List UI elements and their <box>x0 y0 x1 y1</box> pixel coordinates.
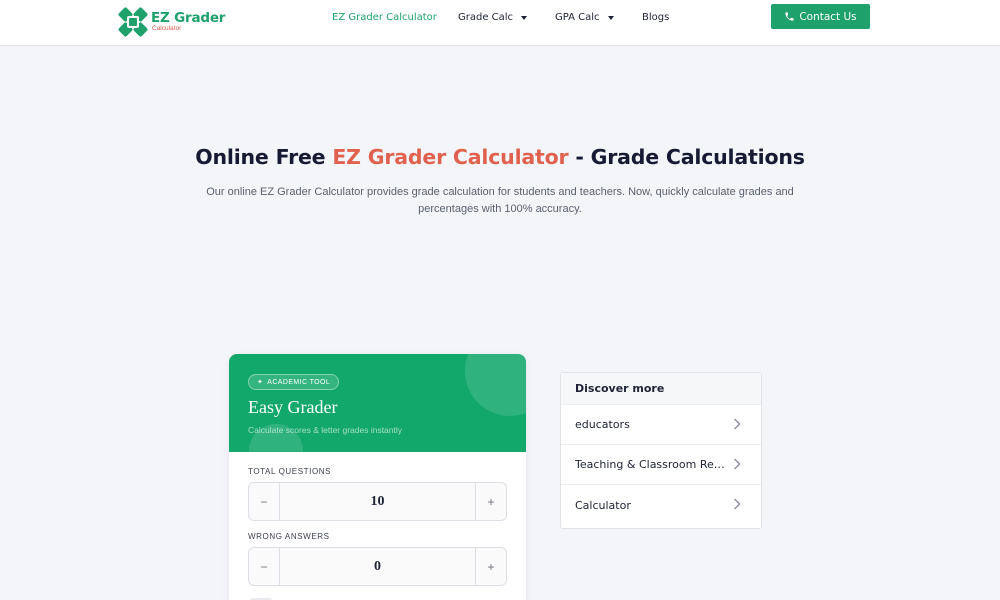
nav-ez-grader-calculator[interactable]: EZ Grader Calculator <box>332 12 437 23</box>
nav-label: EZ Grader Calculator <box>332 12 437 23</box>
calculator-title: Easy Grader <box>248 397 338 417</box>
academic-tool-badge: ✦ ACADEMIC TOOL <box>248 374 340 390</box>
title-part: Online Free <box>195 145 333 169</box>
nav-grade-calc[interactable]: Grade Calc <box>458 12 528 23</box>
phone-icon <box>785 12 794 21</box>
badge-label: ACADEMIC TOOL <box>267 378 331 386</box>
grader-calculator-card: ✦ ACADEMIC TOOL Easy Grader Calculate sc… <box>229 354 526 600</box>
contact-us-label: Contact Us <box>799 10 857 23</box>
wrong-answers-stepper: − 0 + <box>248 547 507 586</box>
wrong-answers-input[interactable]: 0 <box>280 548 475 585</box>
total-questions-stepper: − 10 + <box>248 482 507 521</box>
discover-more-title: Discover more <box>561 373 761 405</box>
discover-item-teaching-resources[interactable]: Teaching & Classroom Resources <box>561 445 761 485</box>
contact-us-button[interactable]: Contact Us <box>771 4 870 29</box>
chevron-right-icon <box>734 458 741 470</box>
brand-subtitle: Calculator <box>152 25 182 32</box>
calculator-header: ✦ ACADEMIC TOOL Easy Grader Calculate sc… <box>229 354 526 452</box>
title-part: - Grade Calculations <box>568 145 805 169</box>
nav-gpa-calc[interactable]: GPA Calc <box>555 12 614 23</box>
nav-label: GPA Calc <box>555 12 600 23</box>
decorative-circle <box>465 354 526 416</box>
increment-button[interactable]: + <box>475 483 506 520</box>
page-title: Online Free EZ Grader Calculator - Grade… <box>0 145 1000 169</box>
page-description: Our online EZ Grader Calculator provides… <box>206 186 794 215</box>
discover-item-label: Teaching & Classroom Resources <box>575 458 725 471</box>
title-accent: EZ Grader Calculator <box>332 145 569 169</box>
site-header: EZ Grader Calculator EZ Grader Calculato… <box>0 0 1000 46</box>
discover-item-label: educators <box>575 418 630 431</box>
nav-blogs[interactable]: Blogs <box>642 12 669 23</box>
caret-down-icon <box>521 15 528 20</box>
discover-item-educators[interactable]: educators <box>561 405 761 445</box>
increment-button[interactable]: + <box>475 548 506 585</box>
decrement-button[interactable]: − <box>249 483 280 520</box>
discover-item-label: Calculator <box>575 498 631 512</box>
calculator-subtitle: Calculate scores & letter grades instant… <box>248 425 403 435</box>
wrong-answers-label: WRONG ANSWERS <box>248 532 330 541</box>
decrement-button[interactable]: − <box>249 548 280 585</box>
logo-icon <box>118 7 148 37</box>
nav-label: Grade Calc <box>458 12 514 23</box>
chevron-right-icon <box>734 418 741 430</box>
discover-item-calculator[interactable]: Calculator <box>561 485 761 525</box>
brand-logo[interactable]: EZ Grader Calculator <box>118 6 225 38</box>
nav-label: Blogs <box>642 12 670 23</box>
chevron-right-icon <box>734 498 741 510</box>
brand-title: EZ Grader <box>151 9 226 26</box>
sparkle-icon: ✦ <box>257 379 264 386</box>
total-questions-input[interactable]: 10 <box>280 483 475 520</box>
total-questions-label: TOTAL QUESTIONS <box>248 467 332 476</box>
caret-down-icon <box>607 15 614 20</box>
discover-more-panel: Discover more educators Teaching & Class… <box>560 372 762 529</box>
